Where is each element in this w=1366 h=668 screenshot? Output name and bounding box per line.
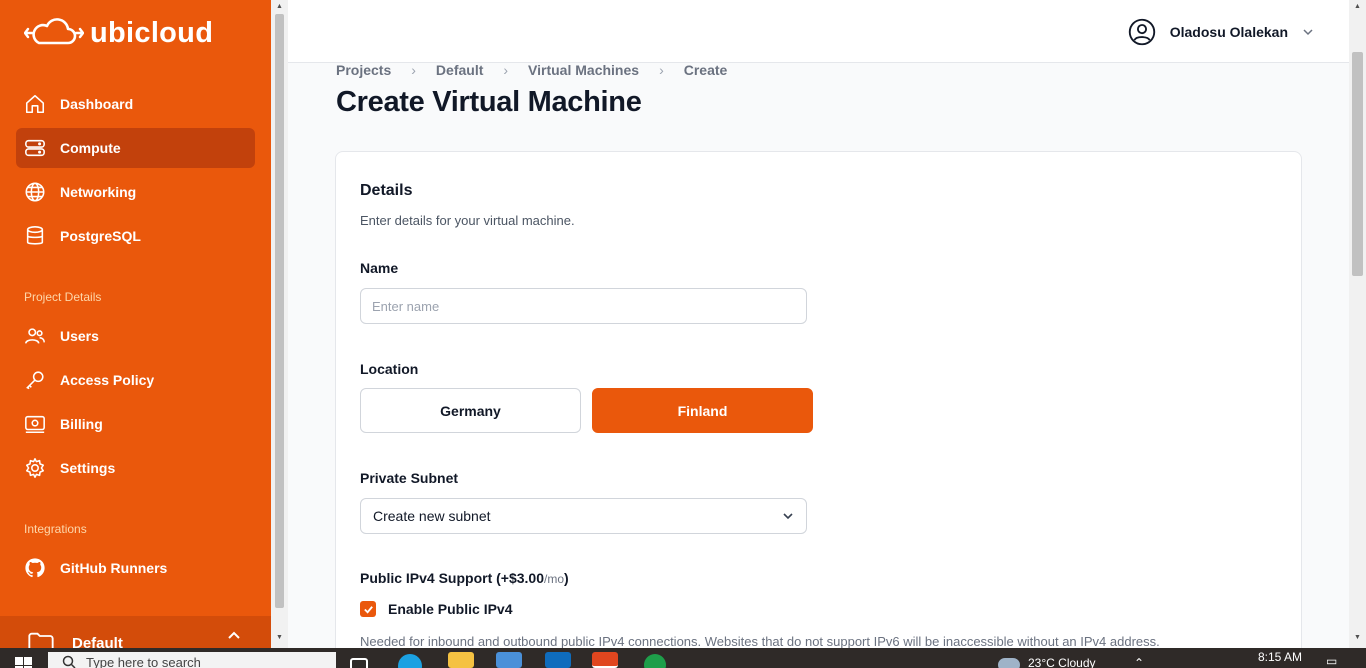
- edge-browser-icon[interactable]: [398, 654, 422, 668]
- file-explorer-icon[interactable]: [448, 652, 474, 668]
- billing-icon: [25, 415, 45, 434]
- sidebar: ubicloud Dashboard Compute Networking Po…: [0, 0, 271, 648]
- location-finland-button[interactable]: Finland: [592, 388, 813, 433]
- breadcrumb-separator-icon: ›: [503, 62, 509, 78]
- ipv4-help-text: Needed for inbound and outbound public I…: [360, 634, 1160, 649]
- checkmark-icon: [363, 605, 373, 614]
- brand-name: ubicloud: [90, 16, 214, 49]
- windows-taskbar: Type here to search 23°C Cloudy ⌃ 8:15 A…: [0, 648, 1366, 668]
- details-description: Enter details for your virtual machine.: [360, 213, 575, 228]
- private-subnet-value: Create new subnet: [373, 508, 491, 524]
- public-ipv4-label-close: ): [564, 570, 569, 586]
- private-subnet-select[interactable]: Create new subnet: [360, 498, 807, 534]
- enable-ipv4-row[interactable]: Enable Public IPv4: [360, 601, 513, 617]
- sidebar-item-label: Settings: [60, 460, 116, 476]
- cloud-logo-icon: [24, 18, 84, 45]
- sidebar-item-label: Access Policy: [60, 372, 155, 388]
- folder-icon: [28, 632, 54, 648]
- project-switcher[interactable]: Default: [0, 616, 271, 648]
- user-menu[interactable]: Oladosu Olalekan: [1128, 18, 1314, 46]
- main-scrollbar[interactable]: ▲ ▼: [1349, 0, 1366, 648]
- task-view-icon[interactable]: [350, 658, 368, 668]
- key-icon: [26, 371, 44, 390]
- database-icon: [26, 226, 44, 245]
- sidebar-item-dashboard[interactable]: Dashboard: [16, 84, 255, 124]
- weather-text[interactable]: 23°C Cloudy: [1028, 656, 1096, 668]
- scroll-down-arrow-icon[interactable]: ▼: [276, 634, 283, 641]
- name-input[interactable]: [360, 288, 807, 324]
- sidebar-item-postgresql[interactable]: PostgreSQL: [16, 216, 255, 256]
- location-label: Location: [360, 361, 419, 377]
- sidebar-item-label: PostgreSQL: [60, 228, 141, 244]
- location-germany-button[interactable]: Germany: [360, 388, 581, 433]
- sidebar-scrollbar[interactable]: ▲ ▼: [271, 0, 288, 648]
- user-name: Oladosu Olalekan: [1169, 24, 1288, 40]
- users-icon: [25, 328, 45, 344]
- price-unit: /mo: [544, 572, 565, 586]
- sidebar-item-label: GitHub Runners: [60, 560, 168, 576]
- ubicloud-logo[interactable]: ubicloud: [24, 16, 213, 50]
- sidebar-item-label: Compute: [60, 140, 121, 156]
- private-subnet-label: Private Subnet: [360, 470, 459, 486]
- breadcrumb-projects[interactable]: Projects: [336, 62, 391, 78]
- search-icon: [62, 655, 76, 668]
- breadcrumb: Projects › Default › Virtual Machines › …: [336, 62, 727, 78]
- sidebar-item-label: Billing: [60, 416, 103, 432]
- scroll-up-arrow-icon[interactable]: ▲: [276, 3, 283, 10]
- breadcrumb-create: Create: [683, 62, 728, 78]
- scroll-up-arrow-icon[interactable]: ▲: [1354, 3, 1361, 10]
- sidebar-item-access-policy[interactable]: Access Policy: [16, 360, 255, 400]
- vm-details-card: Details Enter details for your virtual m…: [335, 151, 1302, 668]
- home-icon: [25, 94, 45, 114]
- sidebar-item-github-runners[interactable]: GitHub Runners: [16, 548, 255, 588]
- details-heading: Details: [360, 182, 413, 199]
- chevron-up-icon: [228, 631, 240, 639]
- system-tray-chevron-icon[interactable]: ⌃: [1134, 656, 1144, 668]
- integrations-heading: Integrations: [24, 522, 87, 536]
- sidebar-item-compute[interactable]: Compute: [16, 128, 255, 168]
- top-bar: Oladosu Olalekan: [288, 0, 1350, 63]
- clock-time[interactable]: 8:15 AM: [1258, 650, 1302, 664]
- enable-ipv4-label: Enable Public IPv4: [388, 601, 513, 617]
- sidebar-item-label: Dashboard: [60, 96, 134, 112]
- project-switcher-label: Default: [72, 634, 123, 649]
- breadcrumb-default[interactable]: Default: [436, 62, 483, 78]
- enable-ipv4-checkbox[interactable]: [360, 601, 376, 617]
- scroll-down-arrow-icon[interactable]: ▼: [1354, 634, 1361, 641]
- globe-icon: [25, 182, 45, 202]
- whatsapp-icon[interactable]: [644, 654, 666, 668]
- gear-icon: [25, 458, 45, 478]
- chevron-down-icon: [1303, 29, 1313, 36]
- server-icon: [25, 139, 45, 157]
- breadcrumb-separator-icon: ›: [659, 62, 664, 78]
- public-ipv4-label-text: Public IPv4 Support (+$3.00: [360, 570, 545, 586]
- notifications-icon[interactable]: ▭: [1326, 654, 1337, 668]
- sidebar-item-billing[interactable]: Billing: [16, 404, 255, 444]
- sidebar-item-label: Users: [60, 328, 99, 344]
- sidebar-scrollbar-thumb[interactable]: [275, 14, 284, 608]
- weather-cloud-icon: [998, 658, 1020, 668]
- sidebar-item-networking[interactable]: Networking: [16, 172, 255, 212]
- page-title: Create Virtual Machine: [336, 86, 642, 118]
- user-avatar-icon: [1128, 18, 1155, 46]
- brave-browser-icon[interactable]: [592, 652, 618, 668]
- sidebar-item-label: Networking: [60, 184, 137, 200]
- project-details-heading: Project Details: [24, 290, 102, 304]
- main-scrollbar-thumb[interactable]: [1352, 52, 1363, 276]
- breadcrumb-virtual-machines[interactable]: Virtual Machines: [528, 62, 639, 78]
- chevron-down-icon: [783, 513, 793, 520]
- taskbar-search-box[interactable]: Type here to search: [48, 652, 336, 668]
- public-ipv4-label: Public IPv4 Support (+$3.00/mo): [360, 570, 569, 586]
- github-icon: [25, 558, 45, 578]
- outlook-icon[interactable]: [545, 652, 571, 668]
- store-icon[interactable]: [496, 652, 522, 668]
- sidebar-item-users[interactable]: Users: [16, 316, 255, 356]
- name-label: Name: [360, 260, 399, 276]
- sidebar-item-settings[interactable]: Settings: [16, 448, 255, 488]
- windows-start-icon[interactable]: [15, 657, 33, 668]
- breadcrumb-separator-icon: ›: [411, 62, 416, 78]
- taskbar-search-placeholder: Type here to search: [86, 654, 201, 668]
